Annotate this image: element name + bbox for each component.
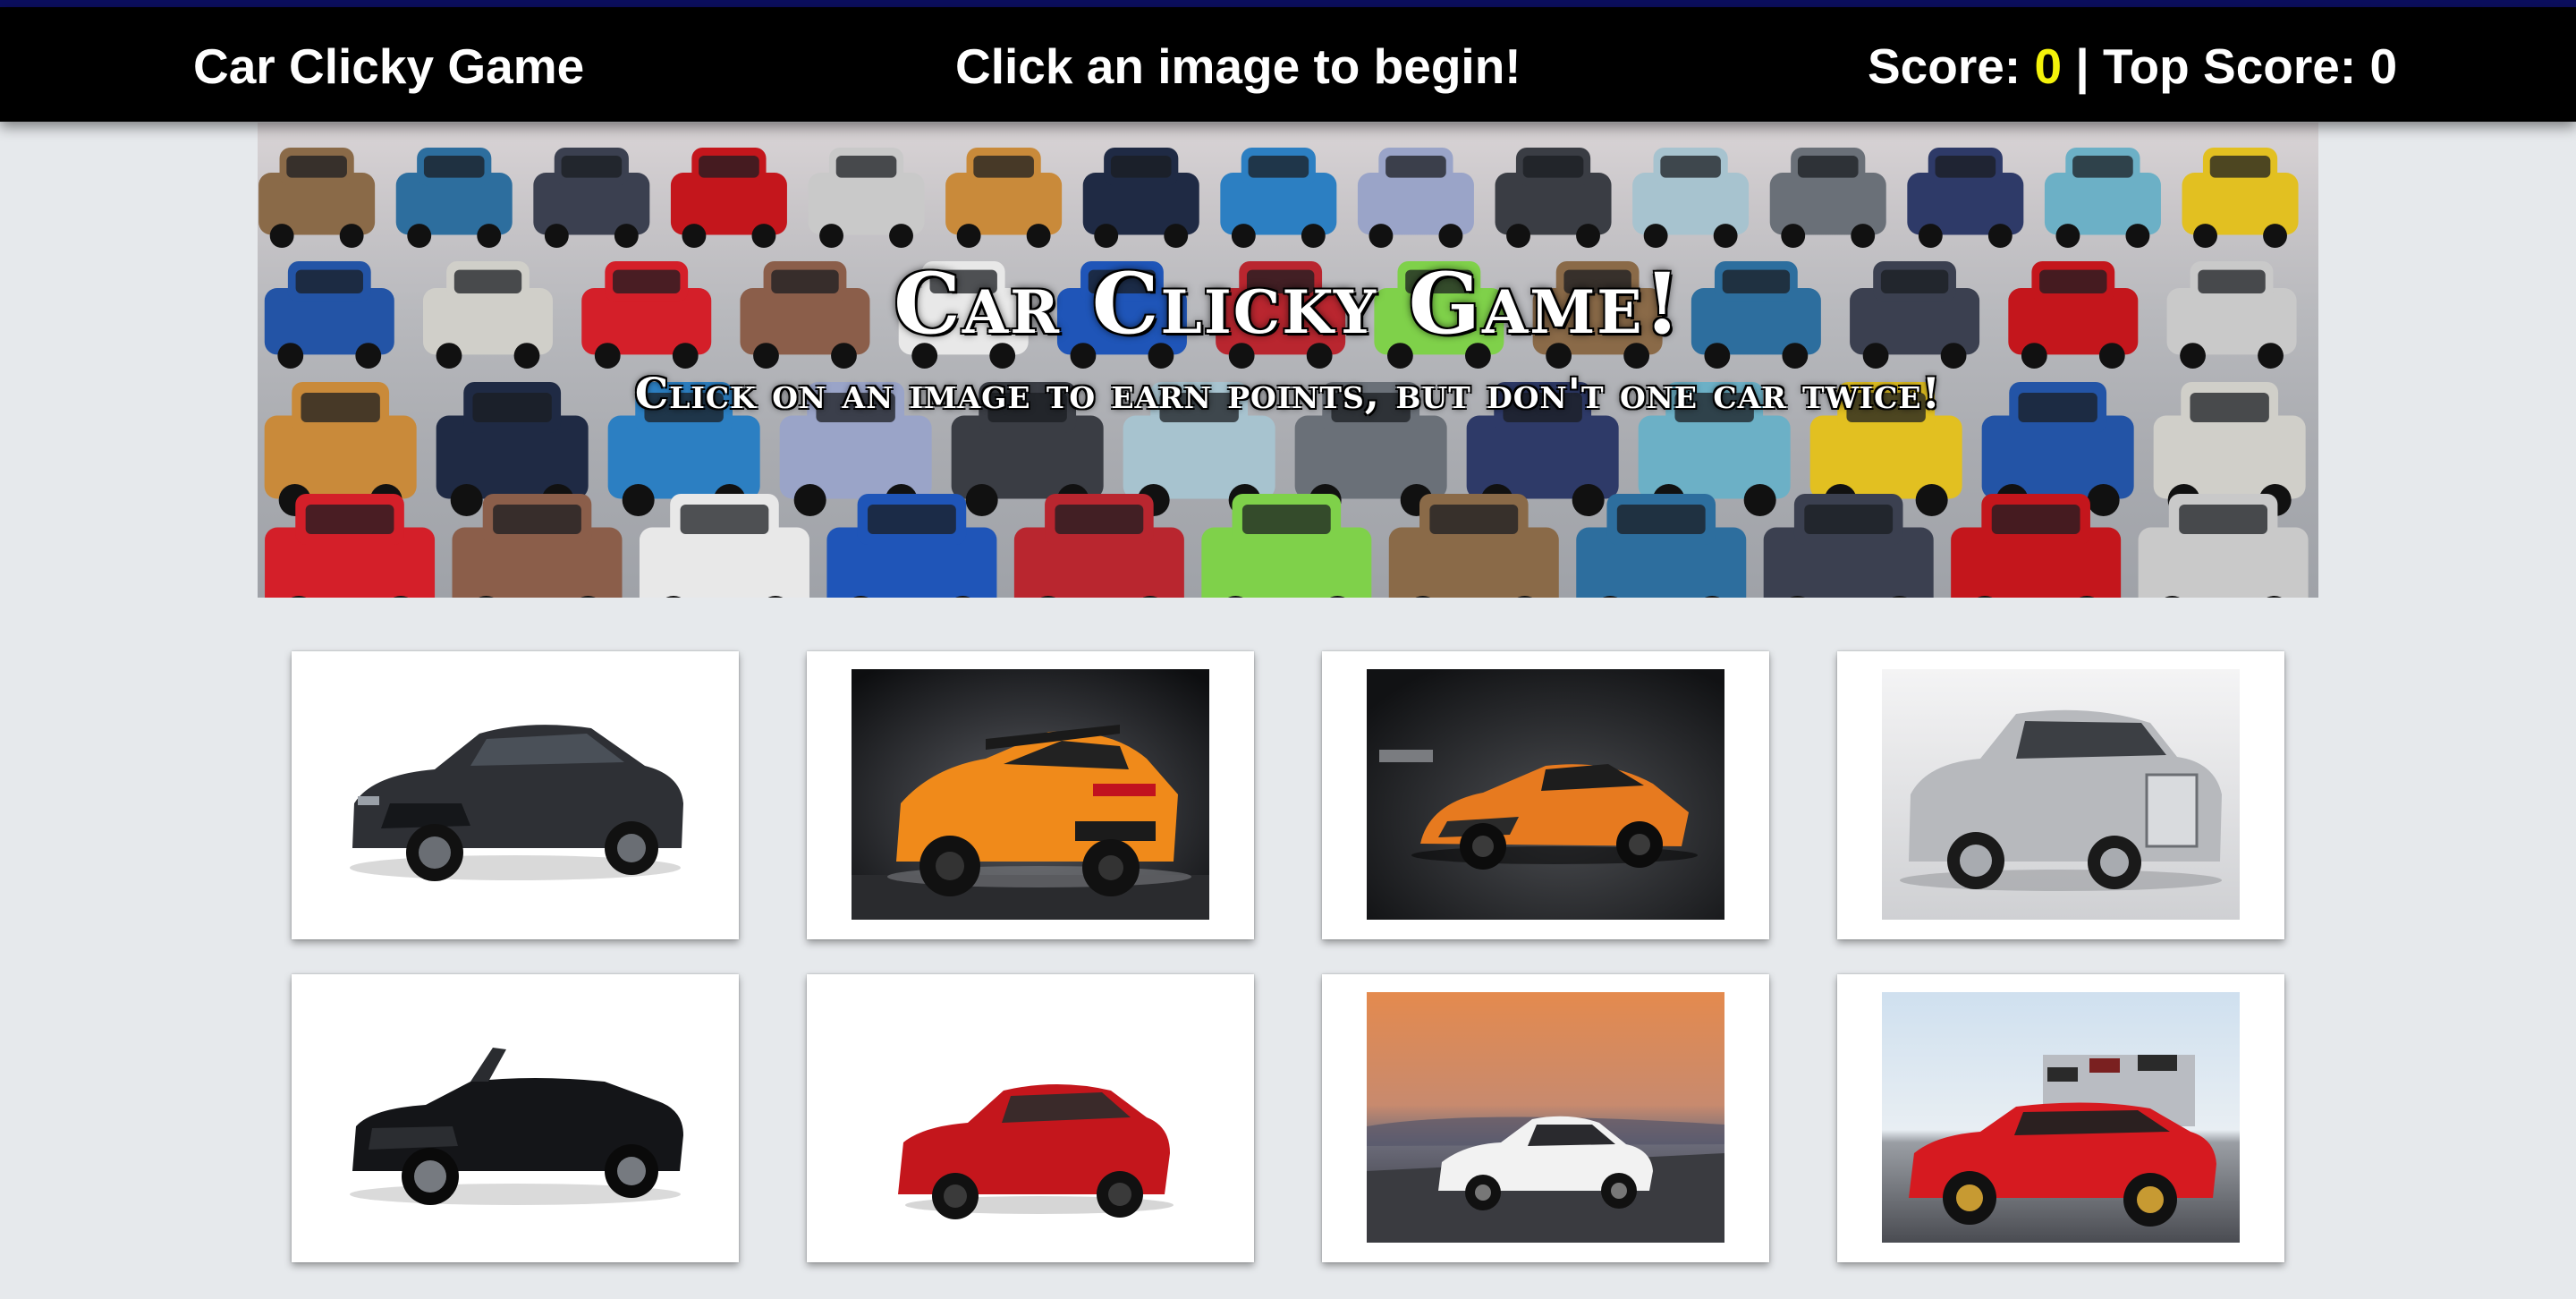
car-image-nissan-gtr[interactable] bbox=[852, 992, 1209, 1243]
car-image-mclaren[interactable] bbox=[1367, 669, 1724, 920]
hero-car-collage-image bbox=[258, 148, 2309, 598]
hero-car-shape bbox=[1632, 148, 1750, 248]
score-display: Score: 0 | Top Score: 0 bbox=[1868, 38, 2397, 95]
navbar: Car Clicky Game Click an image to begin!… bbox=[0, 7, 2576, 122]
hero-car-shape bbox=[1763, 494, 1934, 598]
car-card-4[interactable] bbox=[1837, 651, 2284, 939]
car-card-3[interactable] bbox=[1322, 651, 1769, 939]
top-score-value: 0 bbox=[2369, 38, 2398, 94]
hero-car-shape bbox=[1907, 148, 2024, 248]
car-image-dodge-challenger[interactable] bbox=[1882, 992, 2240, 1243]
score-label: Score: bbox=[1868, 38, 2035, 94]
hero-car-shape bbox=[945, 148, 1063, 248]
car-card-7[interactable] bbox=[1322, 974, 1769, 1262]
top-score-label: Top Score: bbox=[2103, 38, 2370, 94]
hero-car-shape bbox=[808, 148, 925, 248]
car-image-mustang[interactable] bbox=[336, 992, 694, 1243]
car-card-6[interactable] bbox=[807, 974, 1254, 1262]
hero-car-shape bbox=[1495, 148, 1612, 248]
hero-banner: Car Clicky Game! Click on an image to ea… bbox=[258, 123, 2318, 598]
car-image-corvette[interactable] bbox=[852, 669, 1209, 920]
car-card-1[interactable] bbox=[292, 651, 739, 939]
hero-car-shape bbox=[670, 148, 787, 248]
brand-title[interactable]: Car Clicky Game bbox=[193, 38, 584, 95]
car-card-2[interactable] bbox=[807, 651, 1254, 939]
hero-car-shape bbox=[2044, 148, 2161, 248]
hero-car-shape bbox=[1082, 148, 1199, 248]
top-stripe bbox=[0, 0, 2576, 7]
hero-subtitle: Click on an image to earn points, but do… bbox=[634, 369, 1942, 419]
hero-car-shape bbox=[1357, 148, 1474, 248]
hero-car-shape bbox=[1201, 494, 1372, 598]
score-value: 0 bbox=[2034, 38, 2063, 94]
car-image-rolls-royce[interactable] bbox=[1882, 669, 2240, 920]
car-image-alfa-romeo[interactable] bbox=[1367, 992, 1724, 1243]
hero-car-shape bbox=[1769, 148, 1886, 248]
score-separator: | bbox=[2062, 38, 2104, 94]
car-card-5[interactable] bbox=[292, 974, 739, 1262]
car-image-camaro[interactable] bbox=[336, 669, 694, 920]
hero-title: Car Clicky Game! bbox=[894, 255, 1682, 353]
hero-car-shape bbox=[2182, 148, 2299, 248]
hero-car-shape bbox=[1220, 148, 1337, 248]
hero-car-shape bbox=[395, 148, 513, 248]
hero-car-shape bbox=[639, 494, 809, 598]
hero-car-shape bbox=[258, 148, 376, 248]
hero-car-shape bbox=[533, 148, 650, 248]
hero-car-shape bbox=[1576, 494, 1747, 598]
status-message: Click an image to begin! bbox=[955, 38, 1521, 94]
car-card-8[interactable] bbox=[1837, 974, 2284, 1262]
